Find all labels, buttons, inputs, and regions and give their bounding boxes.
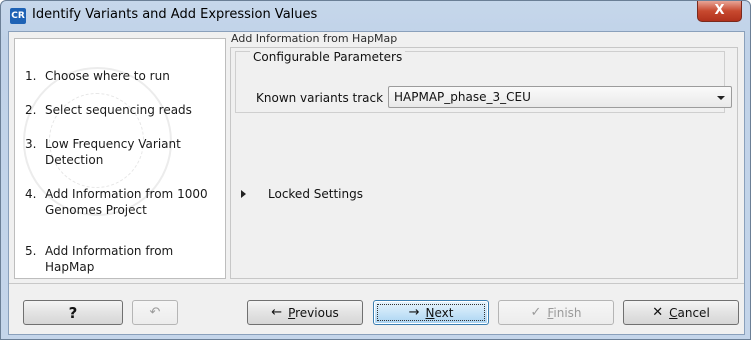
known-variants-track-label: Known variants track (256, 91, 384, 105)
next-button[interactable]: → Next (373, 300, 489, 325)
checkmark-icon: ✓ (530, 305, 542, 320)
step-label: Select sequencing reads (45, 103, 192, 117)
cancel-x-icon: ✕ (652, 305, 664, 320)
previous-button[interactable]: ← Previous (247, 300, 363, 325)
step-number: 2. (25, 103, 37, 117)
configurable-parameters-group: Configurable Parameters Known variants t… (235, 50, 732, 113)
cancel-label: Cancel (669, 305, 710, 320)
dialog-client-area: 1. Choose where to run 2. Select sequenc… (8, 31, 745, 335)
step-label: Choose where to run (45, 69, 170, 83)
finish-button[interactable]: ✓ Finish (498, 300, 614, 325)
step-label: Low Frequency Variant Detection (45, 137, 181, 167)
window-title: Identify Variants and Add Expression Val… (32, 7, 318, 22)
step-number: 5. (25, 244, 37, 258)
panel-title: Add Information from HapMap (231, 32, 398, 45)
step-label: Add Information from 1000 Genomes Projec… (45, 187, 208, 217)
known-variants-track-select[interactable]: HAPMAP_phase_3_CEU (388, 86, 732, 108)
help-label: ? (68, 303, 78, 322)
step-number: 4. (25, 187, 37, 201)
known-variants-track-value: HAPMAP_phase_3_CEU (394, 90, 531, 104)
group-title: Configurable Parameters (250, 50, 406, 64)
title-bar[interactable]: CR Identify Variants and Add Expression … (1, 1, 750, 31)
reset-icon: ↶ (149, 305, 161, 320)
dialog-window: CR Identify Variants and Add Expression … (0, 0, 751, 340)
dropdown-arrow-icon (717, 96, 725, 100)
wizard-steps-list: 1. Choose where to run 2. Select sequenc… (14, 38, 226, 279)
previous-label: Previous (288, 305, 339, 320)
arrow-left-icon: ← (271, 305, 283, 320)
app-icon: CR (10, 8, 26, 24)
locked-settings-label: Locked Settings (268, 187, 363, 201)
footer-divider (9, 283, 744, 284)
help-button[interactable]: ? (23, 300, 123, 325)
step-number: 3. (25, 137, 37, 151)
step-number: 1. (25, 69, 37, 83)
focus-rect (377, 304, 485, 321)
cancel-button[interactable]: ✕ Cancel (623, 300, 739, 325)
expand-triangle-icon (241, 190, 246, 198)
restore-defaults-button[interactable]: ↶ (132, 300, 178, 325)
step-label: Add Information from HapMap (45, 244, 174, 274)
finish-label: Finish (547, 305, 582, 320)
close-button[interactable]: X (697, 1, 742, 22)
settings-panel: Configurable Parameters Known variants t… (230, 47, 738, 279)
